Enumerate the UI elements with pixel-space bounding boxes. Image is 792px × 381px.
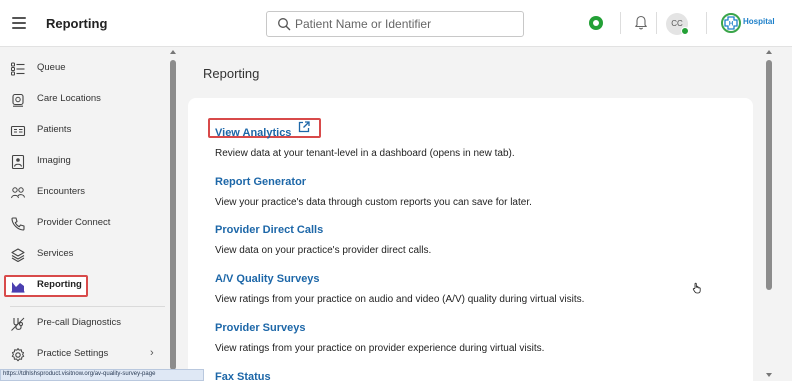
report-generator-link[interactable]: Report Generator [215,176,306,188]
section-description: View ratings from your practice on provi… [215,343,545,354]
stethoscope-icon [11,317,25,331]
search-icon [278,18,291,31]
sidebar-item-label: Care Locations [37,93,101,104]
sidebar-item-label: Pre-call Diagnostics [37,317,121,328]
avatar-status-icon [681,27,689,35]
header-divider [656,12,657,34]
sidebar-item-practice-settings[interactable]: Practice Settings › [4,344,164,366]
header-divider [706,12,707,34]
sidebar-item-queue[interactable]: Queue [4,58,164,80]
imaging-icon [11,154,25,170]
sidebar-item-label: Reporting [37,279,82,290]
availability-status-icon[interactable] [589,16,603,30]
encounters-icon [11,187,25,199]
external-link-icon[interactable] [298,121,310,133]
main-scrollbar[interactable] [766,60,772,290]
view-analytics-link[interactable]: View Analytics [215,127,291,139]
section-description: View your practice's data through custom… [215,197,532,208]
section-description: Review data at your tenant-level in a da… [215,148,515,159]
section-av-quality-surveys: A/V Quality Surveys View ratings from yo… [215,269,584,305]
sidebar-scroll-up-icon[interactable] [170,50,176,54]
hand-cursor-icon [692,282,701,294]
sidebar-item-label: Provider Connect [37,217,111,228]
sidebar-item-care-locations[interactable]: Care Locations [4,89,164,111]
sidebar-item-patients[interactable]: Patients [4,120,164,142]
search-input[interactable] [295,14,515,34]
sidebar-item-label: Services [37,248,74,259]
app-title: Reporting [46,16,108,31]
main-scroll-up-icon[interactable] [766,50,772,54]
sidebar-item-pre-call-diagnostics[interactable]: Pre-call Diagnostics [4,313,164,335]
status-bar-url: https://tdhlshsproduct.visitnow.org/av-q… [0,369,204,381]
sidebar-divider [10,306,165,307]
services-layers-icon [11,248,25,263]
phone-icon [11,217,25,231]
sidebar: Queue Care Locations Patients Imaging En… [0,47,180,381]
gear-icon [11,348,25,362]
logo-text: Hospital [743,17,775,26]
bell-icon[interactable] [634,14,648,30]
reporting-chart-icon [11,282,25,293]
menu-icon[interactable] [12,17,26,29]
fax-status-link[interactable]: Fax Status [215,371,271,381]
top-header: Reporting CC H Hospital [0,0,792,47]
section-description: View data on your practice's provider di… [215,245,432,256]
section-report-generator: Report Generator View your practice's da… [215,172,532,208]
patient-card-icon [10,125,26,137]
sidebar-item-reporting[interactable]: Reporting [4,275,88,297]
svg-text:H: H [729,22,733,28]
header-divider [620,12,621,34]
care-locations-icon [12,93,24,107]
section-provider-surveys: Provider Surveys View ratings from your … [215,318,544,354]
sidebar-scrollbar[interactable] [170,60,176,370]
patient-search[interactable] [266,11,524,37]
provider-direct-calls-link[interactable]: Provider Direct Calls [215,224,323,236]
sidebar-item-label: Queue [37,62,66,73]
section-provider-direct-calls: Provider Direct Calls View data on your … [215,220,431,256]
chevron-right-icon: › [150,347,154,359]
sidebar-item-label: Encounters [37,186,86,197]
page-title: Reporting [203,66,260,81]
main-scroll-down-icon[interactable] [766,373,772,377]
sidebar-item-label: Practice Settings [37,348,109,359]
sidebar-item-label: Imaging [37,155,71,166]
sidebar-item-services[interactable]: Services [4,244,164,266]
sidebar-item-provider-connect[interactable]: Provider Connect [4,213,164,235]
hospital-logo: H Hospital [720,12,784,34]
queue-list-icon [11,62,25,76]
sidebar-item-encounters[interactable]: Encounters [4,182,164,204]
provider-surveys-link[interactable]: Provider Surveys [215,322,306,334]
reporting-card: View Analytics Review data at your tenan… [188,98,753,381]
hospital-logo-icon: H [721,13,741,33]
sidebar-item-label: Patients [37,124,72,135]
sidebar-item-imaging[interactable]: Imaging [4,151,164,173]
section-description: View ratings from your practice on audio… [215,294,585,305]
section-view-analytics: View Analytics Review data at your tenan… [215,123,515,159]
section-fax-status: Fax Status [215,367,271,381]
av-quality-surveys-link[interactable]: A/V Quality Surveys [215,273,320,285]
